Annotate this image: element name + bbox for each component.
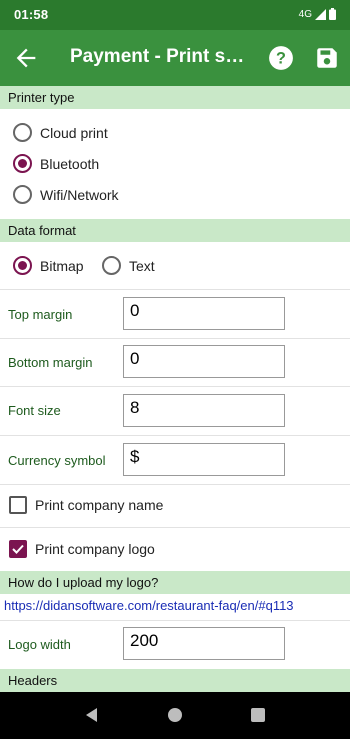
nav-recents-icon[interactable] bbox=[248, 705, 268, 725]
print-company-logo-checkbox-row[interactable]: Print company logo bbox=[9, 540, 155, 558]
section-data-format: Data format bbox=[0, 219, 350, 242]
top-margin-label: Top margin bbox=[8, 307, 73, 322]
font-size-label: Font size bbox=[8, 403, 61, 418]
status-icons: 4G bbox=[299, 8, 336, 20]
radio-label: Wifi/Network bbox=[40, 186, 119, 203]
logo-width-input[interactable]: 200 bbox=[123, 627, 285, 660]
radio-button-unchecked[interactable] bbox=[13, 185, 32, 204]
currency-symbol-label: Currency symbol bbox=[8, 453, 106, 468]
app-bar: Payment - Print settings ? bbox=[0, 30, 350, 86]
logo-width-label: Logo width bbox=[8, 637, 71, 652]
currency-symbol-input[interactable]: $ bbox=[123, 443, 285, 476]
logo-help-link[interactable]: https://didansoftware.com/restaurant-faq… bbox=[4, 598, 294, 613]
radio-wifi-network[interactable]: Wifi/Network bbox=[13, 185, 119, 204]
radio-cloud-print[interactable]: Cloud print bbox=[13, 123, 108, 142]
battery-icon bbox=[329, 8, 336, 20]
divider bbox=[0, 338, 350, 339]
network-type: 4G bbox=[298, 8, 312, 20]
section-printer-type: Printer type bbox=[0, 86, 350, 109]
help-icon[interactable]: ? bbox=[268, 45, 294, 71]
checkbox-checked[interactable] bbox=[9, 540, 27, 558]
divider bbox=[0, 435, 350, 436]
system-navigation-bar bbox=[0, 692, 350, 739]
radio-bitmap[interactable]: Bitmap bbox=[13, 256, 84, 275]
radio-button-unchecked[interactable] bbox=[102, 256, 121, 275]
checkmark-icon bbox=[12, 544, 24, 554]
radio-button-unchecked[interactable] bbox=[13, 123, 32, 142]
section-upload-logo: How do I upload my logo? bbox=[0, 571, 350, 594]
bottom-margin-label: Bottom margin bbox=[8, 355, 93, 370]
back-arrow-icon[interactable] bbox=[12, 44, 40, 72]
status-bar: 01:58 4G bbox=[0, 0, 350, 30]
checkbox-unchecked[interactable] bbox=[9, 496, 27, 514]
nav-home-icon[interactable] bbox=[165, 705, 185, 725]
svg-text:?: ? bbox=[276, 49, 286, 67]
save-icon[interactable] bbox=[314, 45, 340, 71]
divider bbox=[0, 484, 350, 485]
bottom-margin-input[interactable]: 0 bbox=[123, 345, 285, 378]
radio-button-checked[interactable] bbox=[13, 256, 32, 275]
nav-back-icon[interactable] bbox=[82, 705, 102, 725]
radio-label: Text bbox=[129, 257, 155, 274]
font-size-input[interactable]: 8 bbox=[123, 394, 285, 427]
print-company-name-checkbox-row[interactable]: Print company name bbox=[9, 496, 163, 514]
radio-label: Cloud print bbox=[40, 124, 108, 141]
status-time: 01:58 bbox=[14, 7, 49, 22]
section-headers: Headers bbox=[0, 669, 350, 692]
radio-label: Bitmap bbox=[40, 257, 84, 274]
checkbox-label: Print company logo bbox=[35, 541, 155, 557]
checkbox-label: Print company name bbox=[35, 497, 164, 513]
divider bbox=[0, 289, 350, 290]
divider bbox=[0, 386, 350, 387]
radio-bluetooth[interactable]: Bluetooth bbox=[13, 154, 99, 173]
radio-text[interactable]: Text bbox=[102, 256, 155, 275]
radio-button-checked[interactable] bbox=[13, 154, 32, 173]
page-title: Payment - Print settings bbox=[70, 46, 250, 67]
divider bbox=[0, 620, 350, 621]
top-margin-input[interactable]: 0 bbox=[123, 297, 285, 330]
divider bbox=[0, 527, 350, 528]
signal-icon bbox=[315, 8, 326, 20]
radio-label: Bluetooth bbox=[40, 155, 100, 172]
